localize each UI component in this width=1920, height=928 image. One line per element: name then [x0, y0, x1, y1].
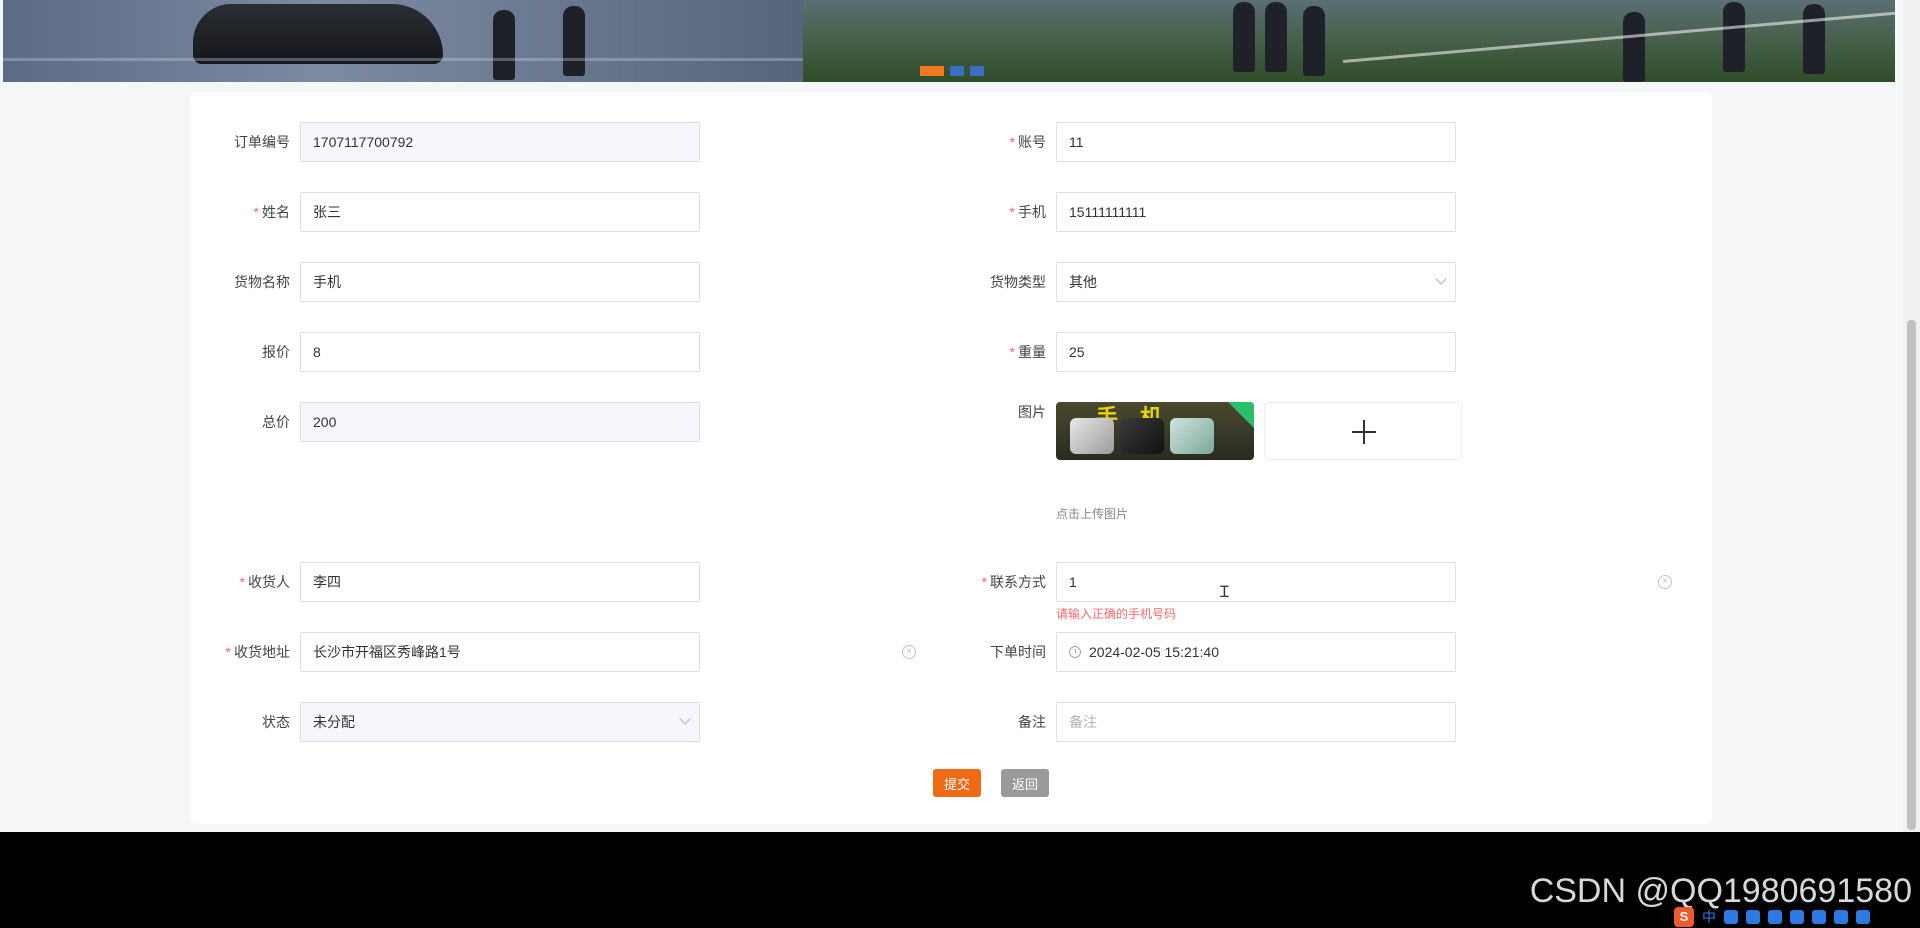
ime-emoji-icon[interactable] — [1812, 910, 1826, 924]
contact-label: 联系方式 — [990, 574, 1046, 590]
weight-label: 重量 — [1018, 344, 1046, 360]
required-mark: * — [225, 644, 231, 660]
form-item-order-time: 下单时间 2024-02-05 15:21:40 — [946, 632, 1456, 672]
goods-name-input[interactable]: 手机 — [300, 262, 700, 302]
order-no-label: 订单编号 — [234, 134, 290, 150]
carousel-dot[interactable] — [950, 66, 964, 76]
form-item-account: * 账号 11 — [946, 122, 1456, 162]
banner-person — [1303, 6, 1325, 76]
receiver-input[interactable]: 李四 — [300, 562, 700, 602]
banner-road-stripe — [3, 58, 803, 61]
form-item-weight: * 重量 25 — [946, 332, 1456, 372]
clock-icon — [1069, 646, 1081, 658]
clear-icon[interactable]: × — [902, 645, 916, 659]
ime-logo-icon[interactable]: S — [1674, 907, 1694, 927]
total-label: 总价 — [262, 414, 290, 430]
form-item-contact: * 联系方式 1 — [946, 562, 1456, 602]
order-time-value: 2024-02-05 15:21:40 — [1089, 644, 1219, 660]
uploaded-image-thumbnail[interactable]: 手机 — [1056, 402, 1254, 460]
back-button[interactable]: 返回 — [1001, 769, 1049, 797]
form-item-quote: 报价 8 — [190, 332, 700, 372]
chevron-down-icon — [679, 713, 691, 725]
quote-input[interactable]: 8 — [300, 332, 700, 372]
required-mark: * — [1009, 204, 1015, 220]
goods-type-value: 其他 — [1069, 274, 1097, 290]
remark-input[interactable]: 备注 — [1056, 702, 1456, 742]
order-time-label: 下单时间 — [990, 644, 1046, 660]
banner-person — [493, 10, 515, 80]
form-item-order-no: 订单编号 1707117700792 — [190, 122, 700, 162]
carousel-indicators[interactable] — [920, 66, 984, 76]
ime-toolbox-icon[interactable] — [1834, 910, 1848, 924]
required-mark: * — [1009, 344, 1015, 360]
submit-button[interactable]: 提交 — [933, 769, 981, 797]
page-scrollbar[interactable] — [1903, 0, 1920, 832]
weight-input[interactable]: 25 — [1056, 332, 1456, 372]
address-input[interactable]: 长沙市开福区秀峰路1号 — [300, 632, 700, 672]
form-item-address: * 收货地址 长沙市开福区秀峰路1号 — [190, 632, 700, 672]
remark-placeholder: 备注 — [1069, 714, 1097, 730]
name-input[interactable]: 张三 — [300, 192, 700, 232]
quote-label: 报价 — [262, 344, 290, 360]
banner-person — [1723, 2, 1745, 72]
clear-icon[interactable]: × — [1658, 575, 1672, 589]
order-time-picker[interactable]: 2024-02-05 15:21:40 — [1056, 632, 1456, 672]
account-input[interactable]: 11 — [1056, 122, 1456, 162]
banner-person — [1265, 2, 1287, 72]
image-label: 图片 — [1018, 404, 1046, 420]
goods-type-select[interactable]: 其他 — [1056, 262, 1456, 302]
order-no-input[interactable]: 1707117700792 — [300, 122, 700, 162]
upload-hint: 点击上传图片 — [1056, 507, 1129, 521]
ime-toolbar[interactable]: S 中 — [1674, 906, 1870, 928]
required-mark: * — [981, 574, 987, 590]
name-label: 姓名 — [262, 204, 290, 220]
banner-person — [1233, 2, 1255, 72]
receiver-label: 收货人 — [248, 574, 290, 590]
ime-settings-icon[interactable] — [1856, 910, 1870, 924]
banner-person — [1803, 4, 1825, 74]
required-mark: * — [1009, 134, 1015, 150]
form-item-goods-name: 货物名称 手机 — [190, 262, 700, 302]
text-cursor-icon: Ɪ — [1220, 584, 1229, 601]
required-mark: * — [239, 574, 245, 590]
banner-person — [563, 6, 585, 76]
form-item-remark: 备注 备注 — [946, 702, 1456, 742]
form-item-phone: * 手机 15111111111 — [946, 192, 1456, 232]
ime-skin-icon[interactable] — [1790, 910, 1804, 924]
chevron-down-icon — [1435, 273, 1447, 285]
banner-person — [1623, 12, 1645, 82]
carousel-dot[interactable] — [920, 66, 944, 76]
form-item-goods-type: 货物类型 其他 — [946, 262, 1456, 302]
total-input[interactable]: 200 — [300, 402, 700, 442]
goods-type-label: 货物类型 — [990, 274, 1046, 290]
required-mark: * — [253, 204, 259, 220]
goods-name-label: 货物名称 — [234, 274, 290, 290]
carousel-dot[interactable] — [970, 66, 984, 76]
remark-label: 备注 — [1018, 714, 1046, 730]
ime-keyboard-icon[interactable] — [1768, 910, 1782, 924]
image-upload-button[interactable] — [1264, 402, 1462, 460]
contact-error-message: 请输入正确的手机号码 — [1056, 607, 1177, 621]
form-item-status: 状态 未分配 — [190, 702, 700, 742]
form-item-name: * 姓名 张三 — [190, 192, 700, 232]
account-label: 账号 — [1018, 134, 1046, 150]
ime-language-toggle[interactable]: 中 — [1702, 907, 1716, 927]
phones-image — [1070, 418, 1214, 454]
status-value: 未分配 — [313, 714, 355, 730]
status-select[interactable]: 未分配 — [300, 702, 700, 742]
scrollbar-thumb[interactable] — [1907, 320, 1916, 830]
banner-car-image — [193, 4, 443, 64]
form-item-image: 图片 — [946, 402, 1056, 422]
form-item-total: 总价 200 — [190, 402, 700, 442]
address-label: 收货地址 — [234, 644, 290, 660]
ime-microphone-icon[interactable] — [1746, 910, 1760, 924]
status-corner-badge — [1228, 402, 1254, 428]
phone-label: 手机 — [1018, 204, 1046, 220]
form-item-receiver: * 收货人 李四 — [190, 562, 700, 602]
phone-input[interactable]: 15111111111 — [1056, 192, 1456, 232]
contact-input[interactable]: 1 — [1056, 562, 1456, 602]
status-label: 状态 — [262, 714, 290, 730]
ime-punctuation-icon[interactable] — [1724, 910, 1738, 924]
